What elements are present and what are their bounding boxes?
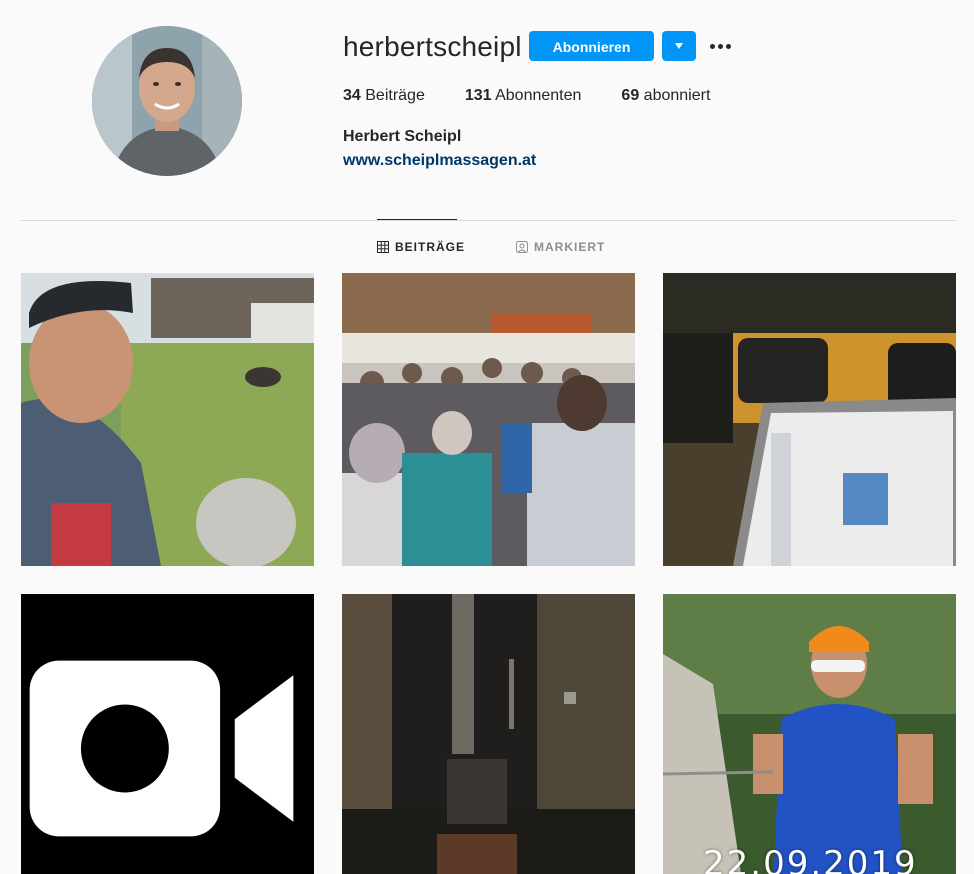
stat-followers-count: 131: [464, 87, 492, 104]
tab-tagged-label: MARKIERT: [534, 240, 606, 254]
suggestions-dropdown-button[interactable]: [662, 31, 696, 61]
post-tile-5[interactable]: [342, 594, 635, 874]
stat-followers[interactable]: 131 Abonnenten: [465, 86, 582, 106]
tagged-person-icon: [516, 241, 528, 253]
post-tile-2[interactable]: [342, 273, 635, 566]
post-date-overlay: 22.09.2019: [703, 844, 918, 874]
tab-posts[interactable]: BEITRÄGE: [377, 240, 465, 254]
post-tile-3[interactable]: [663, 273, 956, 566]
tabs-divider: [21, 220, 956, 221]
grid-icon: [377, 241, 389, 253]
more-options-icon[interactable]: [709, 36, 733, 56]
profile-page: herbertscheipl Abonnieren 34 Beiträge 13…: [0, 0, 974, 874]
stat-following[interactable]: 69 abonniert: [621, 86, 710, 106]
profile-website-link[interactable]: www.scheiplmassagen.at: [343, 151, 536, 171]
profile-stats: 34 Beiträge 131 Abonnenten 69 abonniert: [343, 86, 750, 106]
profile-username: herbertscheipl: [343, 31, 522, 62]
post-tile-6[interactable]: 22.09.2019: [663, 594, 956, 874]
follow-button[interactable]: Abonnieren: [529, 31, 654, 61]
post-tile-1[interactable]: [21, 273, 314, 566]
stat-followers-label: Abonnenten: [495, 87, 582, 104]
active-tab-indicator: [377, 219, 457, 220]
stat-following-label: abonniert: [643, 87, 711, 104]
stat-following-count: 69: [621, 87, 640, 104]
stat-posts: 34 Beiträge: [343, 86, 425, 106]
tab-tagged[interactable]: MARKIERT: [516, 240, 605, 254]
profile-avatar[interactable]: [92, 26, 242, 176]
post-tile-4-video[interactable]: [21, 594, 314, 874]
tab-posts-label: BEITRÄGE: [395, 240, 466, 254]
video-icon: [29, 660, 294, 837]
stat-posts-label: Beiträge: [365, 87, 425, 104]
profile-full-name: Herbert Scheipl: [343, 128, 462, 145]
stat-posts-count: 34: [343, 87, 361, 104]
